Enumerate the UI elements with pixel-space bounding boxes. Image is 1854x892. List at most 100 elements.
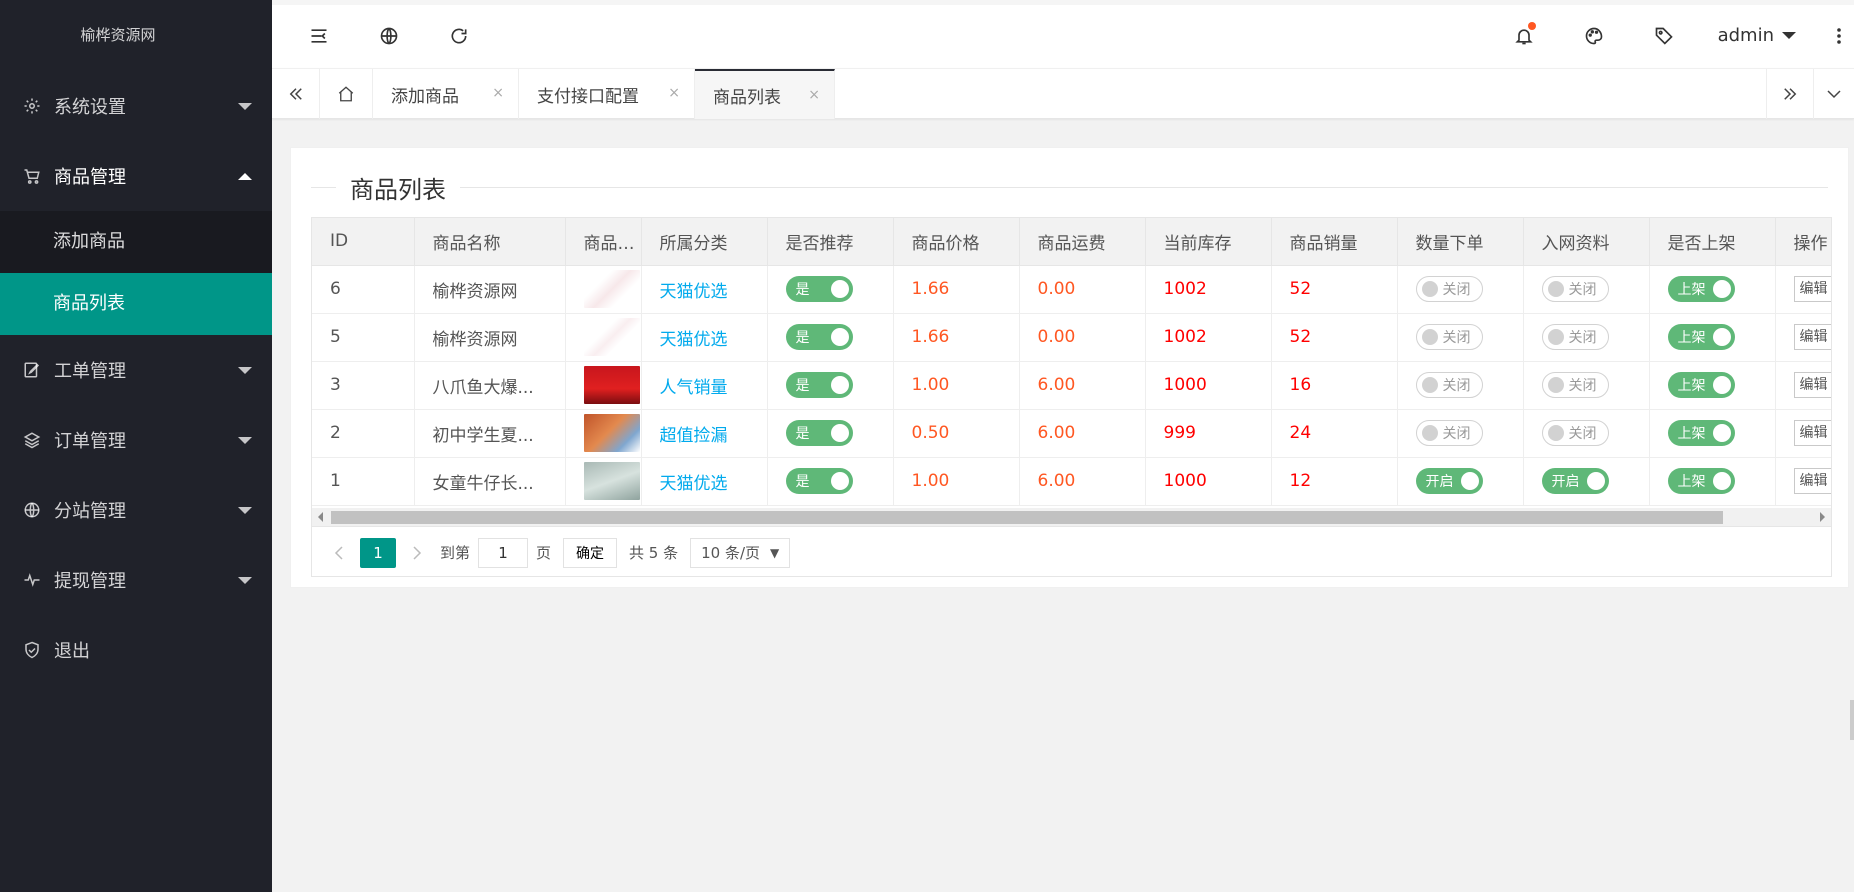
net-info-switch[interactable]: 关闭 (1541, 324, 1609, 350)
col-header-freight[interactable]: 商品运费 (1019, 218, 1146, 266)
edit-button[interactable]: 编辑 (1793, 276, 1831, 302)
refresh-icon[interactable] (446, 23, 472, 49)
recommend-switch[interactable]: 是 (785, 420, 853, 446)
scroll-left-arrow-icon[interactable] (318, 512, 323, 522)
bell-icon[interactable] (1511, 22, 1537, 49)
col-header-net-info[interactable]: 入网资料 (1523, 218, 1650, 266)
col-header-recommend[interactable]: 是否推荐 (767, 218, 894, 266)
col-header-id[interactable]: ID (312, 218, 415, 266)
cell-image (565, 265, 642, 314)
cell-id: 5 (312, 313, 415, 362)
qty-order-switch[interactable]: 关闭 (1415, 324, 1483, 350)
shelf-switch[interactable]: 上架 (1667, 468, 1735, 494)
scroll-right-arrow-icon[interactable] (1820, 512, 1825, 522)
sidebar-item-system-settings[interactable]: 系统设置 (0, 71, 272, 141)
qty-order-switch[interactable]: 关闭 (1415, 420, 1483, 446)
menu-fold-icon[interactable] (306, 23, 332, 49)
close-icon[interactable]: × (808, 87, 820, 103)
edit-button[interactable]: 编辑 (1793, 420, 1831, 446)
cell-price: 0.50 (893, 409, 1020, 458)
tabs-scroll-left-icon[interactable] (272, 69, 320, 119)
edit-button[interactable]: 编辑 (1793, 372, 1831, 398)
col-header-sales[interactable]: 商品销量 (1271, 218, 1398, 266)
sidebar-item-logout[interactable]: 退出 (0, 615, 272, 685)
col-header-stock[interactable]: 当前库存 (1145, 218, 1272, 266)
tab-add-product[interactable]: 添加商品 × (373, 69, 519, 119)
net-info-switch[interactable]: 关闭 (1541, 276, 1609, 302)
sidebar-item-add-product[interactable]: 添加商品 (0, 211, 272, 273)
product-table: ID 商品名称 商品图片 所属分类 是否推荐 商品价格 商品运费 当前库存 商品… (312, 218, 1831, 506)
recommend-switch[interactable]: 是 (785, 276, 853, 302)
sidebar-item-ticket-management[interactable]: 工单管理 (0, 335, 272, 405)
product-thumbnail[interactable] (583, 414, 640, 452)
cell-qty-order: 关闭 (1397, 313, 1524, 362)
product-thumbnail[interactable] (583, 270, 640, 308)
window-scrollbar[interactable] (1850, 700, 1854, 740)
tab-payment-config[interactable]: 支付接口配置 × (519, 69, 695, 119)
qty-order-switch[interactable]: 开启 (1415, 468, 1483, 494)
category-link[interactable]: 人气销量 (660, 378, 728, 398)
user-name: admin (1717, 25, 1774, 46)
tab-product-list[interactable]: 商品列表 × (695, 69, 835, 119)
category-link[interactable]: 天猫优选 (660, 330, 728, 350)
cell-id: 2 (312, 409, 415, 458)
goto-confirm-button[interactable]: 确定 (563, 537, 618, 568)
col-header-actions[interactable]: 操作 (1775, 218, 1831, 266)
sidebar-item-order-management[interactable]: 订单管理 (0, 405, 272, 475)
sidebar-item-product-list[interactable]: 商品列表 (0, 273, 272, 335)
recommend-switch[interactable]: 是 (785, 324, 853, 350)
net-info-switch[interactable]: 关闭 (1541, 420, 1609, 446)
more-vertical-icon[interactable] (1826, 23, 1852, 49)
recommend-switch[interactable]: 是 (785, 372, 853, 398)
chevron-down-icon (238, 103, 252, 110)
edit-button[interactable]: 编辑 (1793, 468, 1831, 494)
chevron-down-icon (238, 507, 252, 514)
shelf-switch[interactable]: 上架 (1667, 276, 1735, 302)
tabs-scroll-right-icon[interactable] (1766, 69, 1814, 119)
recommend-switch[interactable]: 是 (785, 468, 853, 494)
shelf-switch[interactable]: 上架 (1667, 324, 1735, 350)
net-info-switch[interactable]: 开启 (1541, 468, 1609, 494)
globe-icon[interactable] (376, 23, 402, 49)
caret-down-icon: ▼ (770, 545, 780, 560)
edit-button[interactable]: 编辑 (1793, 324, 1831, 350)
current-page[interactable]: 1 (360, 537, 396, 568)
col-header-qty-order[interactable]: 数量下单 (1397, 218, 1524, 266)
sidebar-item-withdraw-management[interactable]: 提现管理 (0, 545, 272, 615)
col-header-name[interactable]: 商品名称 (414, 218, 566, 266)
user-menu[interactable]: admin (1718, 25, 1796, 46)
category-link[interactable]: 超值捡漏 (660, 426, 728, 446)
qty-order-switch[interactable]: 关闭 (1415, 276, 1483, 302)
page-tabs-bar: 添加商品 × 支付接口配置 × 商品列表 × (272, 68, 1854, 119)
sidebar-item-product-management[interactable]: 商品管理 (0, 141, 272, 211)
home-tab-icon[interactable] (320, 69, 373, 119)
shelf-switch[interactable]: 上架 (1667, 420, 1735, 446)
qty-order-switch[interactable]: 关闭 (1415, 372, 1483, 398)
cell-qty-order: 关闭 (1397, 409, 1524, 458)
horizontal-scrollbar[interactable] (312, 508, 1831, 526)
scrollbar-thumb[interactable] (331, 511, 1723, 524)
net-info-switch[interactable]: 关闭 (1541, 372, 1609, 398)
col-header-on-shelf[interactable]: 是否上架 (1649, 218, 1776, 266)
col-header-category[interactable]: 所属分类 (641, 218, 768, 266)
cell-category: 天猫优选 (641, 457, 768, 506)
product-thumbnail[interactable] (583, 462, 640, 500)
tag-icon[interactable] (1651, 23, 1677, 49)
goto-page-input[interactable] (478, 537, 529, 568)
shelf-switch[interactable]: 上架 (1667, 372, 1735, 398)
palette-icon[interactable] (1581, 23, 1607, 49)
close-icon[interactable]: × (668, 85, 680, 101)
col-header-price[interactable]: 商品价格 (893, 218, 1020, 266)
sidebar-item-substation-management[interactable]: 分站管理 (0, 475, 272, 545)
product-thumbnail[interactable] (583, 366, 640, 404)
tabs-dropdown-icon[interactable] (1814, 69, 1854, 119)
cell-on-shelf: 上架 (1649, 361, 1776, 410)
col-header-image[interactable]: 商品图片 (565, 218, 642, 266)
product-thumbnail[interactable] (583, 318, 640, 356)
category-link[interactable]: 天猫优选 (660, 282, 728, 302)
prev-page-icon[interactable] (324, 538, 354, 568)
category-link[interactable]: 天猫优选 (660, 474, 728, 494)
close-icon[interactable]: × (492, 85, 504, 101)
next-page-icon[interactable] (402, 538, 432, 568)
page-size-select[interactable]: 10 条/页 ▼ (690, 537, 791, 568)
